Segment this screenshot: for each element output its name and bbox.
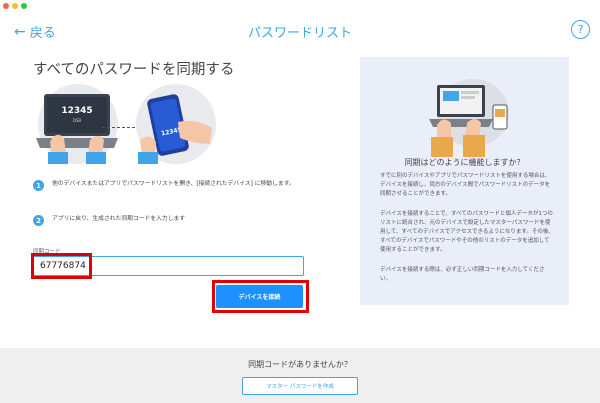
minimize-window-button[interactable] — [12, 3, 18, 9]
info-paragraph: デバイスを接続する際は、必ず正しい同期コードを入力してください。 — [380, 267, 545, 282]
close-window-button[interactable] — [3, 3, 9, 9]
page-title: パスワードリスト — [247, 26, 352, 41]
step-number-badge: 1 — [33, 180, 44, 191]
connect-device-button[interactable]: デバイスを接続 — [216, 285, 303, 308]
section-heading: すべてのパスワードを同期する — [33, 62, 235, 78]
create-master-password-button[interactable]: マスター パスワードを作成 — [242, 377, 358, 395]
window-titlebar — [0, 0, 600, 12]
help-icon: ? — [577, 23, 584, 36]
step-number-badge: 2 — [33, 215, 44, 226]
no-code-question: 同期コードがありませんか？ — [248, 360, 352, 369]
step-2: 2 アプリに戻り、生成された同期コードを入力します — [33, 215, 312, 226]
laptop-code-sub: DSB — [73, 118, 82, 123]
step-1: 1 他のデバイスまたはアプリでパスワードリストを開き、[接続されたデバイス] に… — [33, 180, 312, 191]
laptop-code-illustration: 12345 DSB — [36, 84, 118, 164]
info-paragraph: すでに別のデバイスやアプリでパスワードリストを使用する場合は、デバイスを接続し、… — [380, 173, 551, 197]
footer: 同期コードがありませんか？ マスター パスワードを作成 — [0, 348, 600, 403]
zoom-window-button[interactable] — [21, 3, 27, 9]
sync-code-label: 同期コード — [33, 249, 61, 255]
info-paragraph: デバイスを接続することで、すべてのパスワードと個人データが1つのリストに統合され… — [380, 211, 554, 253]
info-title: 同期はどのように機能しますか？ — [404, 158, 525, 167]
step-text: アプリに戻り、生成された同期コードを入力します — [52, 216, 186, 222]
laptop-code-number: 12345 — [61, 106, 92, 116]
phone-code-illustration: 12345 — [136, 84, 216, 164]
help-button[interactable]: ? — [571, 20, 590, 39]
sync-devices-illustration — [429, 79, 509, 157]
sync-code-input[interactable] — [33, 256, 304, 276]
info-panel: 同期はどのように機能しますか？ すでに別のデバイスやアプリでパスワードリストを使… — [360, 57, 569, 305]
step-text: 他のデバイスまたはアプリでパスワードリストを開き、[接続されたデバイス] に移動… — [52, 181, 295, 187]
